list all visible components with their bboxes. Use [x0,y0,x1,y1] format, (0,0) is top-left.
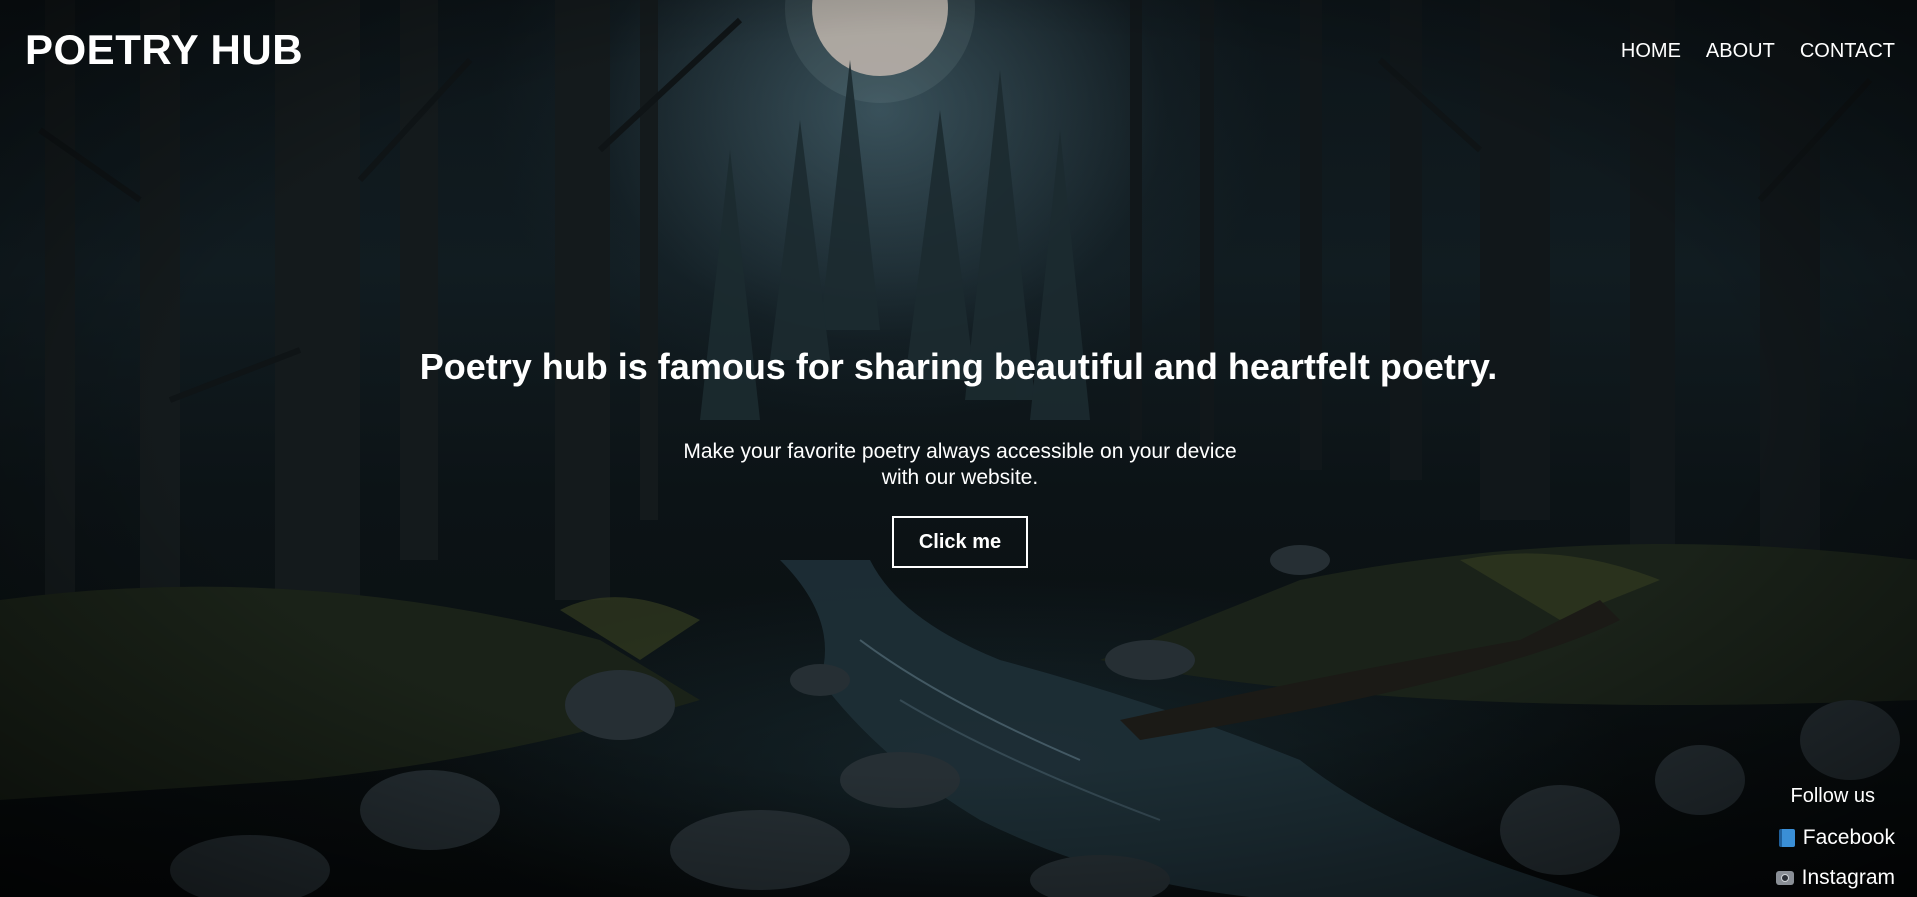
hero-subtitle-line-1: Make your favorite poetry always accessi… [683,440,1237,463]
site-logo[interactable]: POETRY HUB [25,26,303,74]
hero-subtitle-line-2: with our website. [881,466,1039,489]
follow-us-section: Follow us Facebook Instagram [1735,785,1895,897]
site-header: POETRY HUB HOME ABOUT CONTACT [0,0,1917,100]
instagram-link[interactable]: Instagram [1735,865,1895,891]
nav-link-home[interactable]: HOME [1621,40,1681,62]
click-me-button[interactable]: Click me [892,516,1028,568]
hero-subtitle: Make your favorite poetry always accessi… [650,439,1270,491]
instagram-label: Instagram [1801,866,1895,889]
instagram-camera-icon [1775,871,1794,885]
follow-us-title: Follow us [1790,785,1875,807]
main-nav: HOME ABOUT CONTACT [1621,40,1895,62]
nav-link-about[interactable]: ABOUT [1706,40,1775,62]
facebook-book-icon [1778,829,1795,847]
facebook-label: Facebook [1802,826,1895,849]
hero-title: Poetry hub is famous for sharing beautif… [419,346,1498,387]
nav-link-contact[interactable]: CONTACT [1800,40,1895,62]
facebook-link[interactable]: Facebook [1735,825,1895,851]
